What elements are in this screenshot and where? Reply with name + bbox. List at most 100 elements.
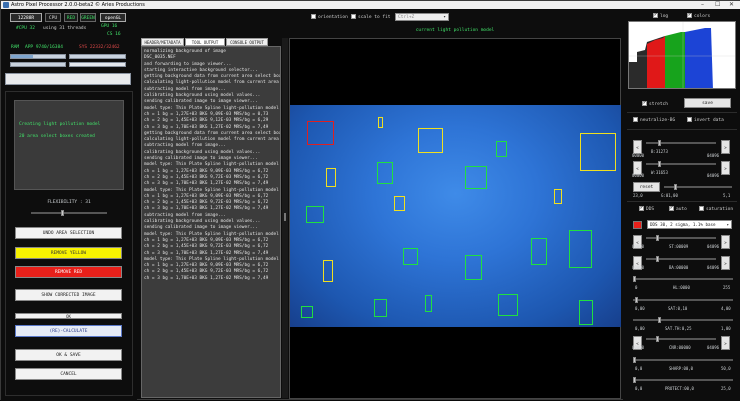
st-increase-button[interactable]: > bbox=[721, 235, 730, 249]
orientation-checkbox[interactable] bbox=[311, 14, 316, 19]
st-slider-knob[interactable] bbox=[656, 235, 659, 241]
ba-slider-knob[interactable] bbox=[656, 256, 659, 262]
orientation-toggle[interactable]: orientation bbox=[311, 14, 348, 20]
green-mode-button[interactable]: GREEN bbox=[80, 13, 96, 22]
sat-slider[interactable] bbox=[633, 297, 733, 303]
b-decrease-button[interactable]: < bbox=[633, 140, 642, 154]
minimize-icon[interactable]: – bbox=[701, 1, 704, 9]
remove-yellow-button[interactable]: REMOVE YELLOW bbox=[15, 247, 122, 259]
recalculate-button[interactable]: (RE)-CALCULATE bbox=[15, 325, 122, 337]
sat-slider-knob[interactable] bbox=[635, 297, 638, 303]
gamma-slider[interactable] bbox=[664, 184, 732, 190]
maximize-icon[interactable]: ☐ bbox=[715, 1, 720, 9]
auto-toggle[interactable]: auto bbox=[669, 205, 687, 212]
ba-slider[interactable] bbox=[646, 256, 716, 262]
colors-checkbox[interactable] bbox=[687, 12, 692, 18]
area-select-box-yellow[interactable] bbox=[580, 133, 616, 171]
protect-slider[interactable] bbox=[633, 377, 733, 383]
area-select-box-green[interactable] bbox=[496, 141, 507, 157]
light-pollution-model-image[interactable] bbox=[290, 105, 621, 327]
log-toggle[interactable]: log bbox=[653, 12, 668, 19]
stretch-checkbox[interactable] bbox=[642, 100, 647, 106]
close-icon[interactable]: ✕ bbox=[729, 1, 734, 9]
cnr-slider[interactable] bbox=[646, 336, 716, 342]
cpu-mode-button[interactable]: CPU bbox=[45, 13, 61, 22]
saturation-checkbox[interactable] bbox=[699, 206, 704, 211]
area-select-box-yellow[interactable] bbox=[378, 117, 383, 128]
area-select-box-yellow[interactable] bbox=[418, 128, 443, 153]
neutralize-bg-toggle[interactable]: neutralize-BG bbox=[633, 117, 675, 123]
sharp-slider[interactable] bbox=[633, 357, 733, 363]
auto-checkbox[interactable] bbox=[669, 205, 674, 211]
tool-output-log[interactable]: normalizing background of image DSC_0035.… bbox=[141, 46, 281, 398]
area-select-box-green[interactable] bbox=[301, 306, 313, 318]
red-mode-button[interactable]: RED bbox=[64, 13, 78, 22]
undo-area-selection-button[interactable]: UNDO AREA SELECTION bbox=[15, 227, 122, 239]
area-select-box-green[interactable] bbox=[425, 295, 432, 312]
hl-slider-knob[interactable] bbox=[633, 276, 636, 282]
b-slider[interactable] bbox=[646, 140, 716, 146]
b-increase-button[interactable]: > bbox=[721, 140, 730, 154]
scale-to-fit-toggle[interactable]: scale to fit bbox=[351, 14, 391, 20]
area-select-box-green[interactable] bbox=[531, 238, 547, 265]
area-select-box-yellow[interactable] bbox=[326, 168, 336, 187]
dds-toggle[interactable]: DDS bbox=[639, 205, 654, 212]
area-select-box-yellow[interactable] bbox=[323, 260, 333, 282]
neutralize-bg-checkbox[interactable] bbox=[633, 117, 638, 122]
area-select-box-green[interactable] bbox=[374, 299, 387, 317]
cnr-slider-knob[interactable] bbox=[656, 336, 659, 342]
area-select-box-green[interactable] bbox=[465, 166, 487, 189]
reset-button[interactable]: reset bbox=[633, 182, 660, 192]
colors-toggle[interactable]: colors bbox=[687, 12, 710, 19]
cnr-increase-button[interactable]: > bbox=[721, 336, 730, 350]
flexibility-slider[interactable] bbox=[31, 210, 107, 216]
color-swatch[interactable] bbox=[633, 221, 642, 229]
area-select-box-yellow[interactable] bbox=[394, 196, 405, 211]
cancel-button[interactable]: CANCEL bbox=[15, 368, 122, 380]
tab-header-metadata[interactable]: HEADER/METADATA bbox=[141, 38, 184, 46]
dds-checkbox[interactable] bbox=[639, 205, 644, 211]
sat-threshold-slider[interactable] bbox=[633, 317, 733, 323]
w-slider-knob[interactable] bbox=[658, 161, 661, 167]
w-increase-button[interactable]: > bbox=[721, 161, 730, 175]
stretch-toggle[interactable]: stretch bbox=[642, 100, 668, 107]
saturation-toggle[interactable]: saturation bbox=[699, 206, 733, 212]
sat-threshold-slider-knob[interactable] bbox=[658, 317, 661, 323]
remove-red-button[interactable]: REMOVE RED bbox=[15, 266, 122, 278]
area-select-box-red[interactable] bbox=[307, 121, 334, 145]
area-select-box-green[interactable] bbox=[306, 206, 324, 223]
area-select-box-yellow[interactable] bbox=[554, 189, 562, 204]
show-corrected-image-button[interactable]: SHOW CORRECTED IMAGE bbox=[15, 289, 122, 301]
area-select-box-green[interactable] bbox=[569, 230, 592, 268]
flexibility-slider-knob[interactable] bbox=[61, 210, 65, 216]
scale-to-fit-checkbox[interactable] bbox=[351, 14, 356, 19]
w-slider[interactable] bbox=[646, 161, 716, 167]
ok-save-button[interactable]: OK & SAVE bbox=[15, 349, 122, 361]
log-checkbox[interactable] bbox=[653, 12, 658, 18]
st-slider[interactable] bbox=[646, 235, 716, 241]
tab-tool-output[interactable]: TOOL OUTPUT bbox=[185, 38, 225, 46]
sharp-slider-knob[interactable] bbox=[633, 357, 636, 363]
area-select-box-green[interactable] bbox=[498, 294, 518, 316]
invert-data-checkbox[interactable] bbox=[687, 117, 692, 122]
splitter-grip[interactable] bbox=[284, 213, 286, 221]
gamma-slider-knob[interactable] bbox=[674, 184, 677, 190]
hl-slider[interactable] bbox=[633, 276, 733, 282]
tab-console-output[interactable]: CONSOLE OUTPUT bbox=[226, 38, 268, 46]
w-value: W:31653 bbox=[651, 170, 668, 175]
area-select-box-green[interactable] bbox=[579, 300, 593, 325]
opengl-button[interactable]: openGL bbox=[100, 13, 126, 22]
zoom-select[interactable]: Ctrl+Z ▾ bbox=[395, 13, 449, 21]
area-select-box-green[interactable] bbox=[465, 255, 482, 280]
ba-increase-button[interactable]: > bbox=[721, 256, 730, 270]
memory-mode-button[interactable]: 12288R bbox=[10, 13, 42, 22]
b-slider-knob[interactable] bbox=[658, 140, 661, 146]
area-select-box-green[interactable] bbox=[403, 248, 418, 265]
panel-splitter[interactable] bbox=[282, 38, 288, 398]
save-button[interactable]: save bbox=[684, 98, 731, 108]
dds-select[interactable]: DDS 30, 2 sigma, 1.1% base ▾ bbox=[647, 220, 732, 229]
ok-small-button[interactable]: OK bbox=[15, 313, 122, 319]
invert-data-toggle[interactable]: invert data bbox=[687, 117, 724, 123]
area-select-box-green[interactable] bbox=[377, 162, 393, 184]
protect-slider-knob[interactable] bbox=[633, 377, 636, 383]
